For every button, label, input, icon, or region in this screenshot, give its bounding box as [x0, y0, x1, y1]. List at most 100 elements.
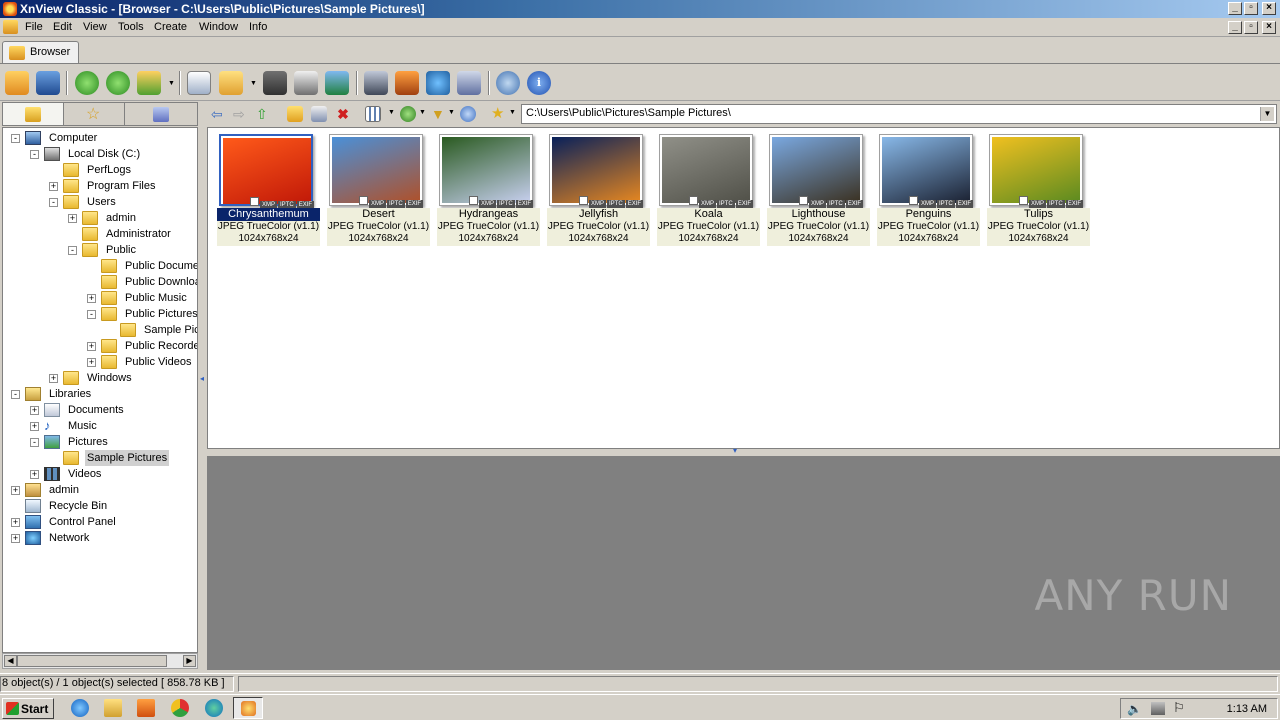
tree-item[interactable]: - Users [49, 194, 197, 210]
restore-button[interactable]: ▫ [1244, 2, 1258, 15]
new-folder-icon[interactable] [287, 106, 303, 122]
tree-item[interactable]: + Public Recorded TV [87, 338, 197, 354]
collapse-icon[interactable]: - [87, 310, 96, 319]
expand-icon[interactable]: + [30, 422, 39, 431]
tree-item[interactable]: + Public Videos [87, 354, 197, 370]
minimize-button[interactable]: _ [1228, 2, 1242, 15]
back-icon[interactable]: ⇦ [211, 106, 227, 122]
collapse-icon[interactable]: - [30, 150, 39, 159]
tree-item[interactable]: + Documents [30, 402, 197, 418]
move-up-icon[interactable] [137, 71, 161, 95]
menu-info[interactable]: Info [249, 21, 267, 33]
tree-item[interactable]: Sample Pictures [106, 322, 197, 338]
ie-icon[interactable] [71, 699, 89, 717]
collapse-icon[interactable]: - [49, 198, 58, 207]
thumbnail-item[interactable]: XMP IPTC EXIF Chrysanthemum JPEG TrueColor… [217, 134, 320, 248]
properties-icon[interactable] [187, 71, 211, 95]
tree-item[interactable]: + Videos [30, 466, 197, 482]
menu-file[interactable]: File [25, 21, 43, 33]
refresh-icon[interactable] [75, 71, 99, 95]
tree-item[interactable]: + Network [11, 530, 197, 546]
filter-icon[interactable]: ▼ [431, 106, 447, 122]
start-button[interactable]: Start [2, 698, 54, 719]
open-icon[interactable] [5, 71, 29, 95]
expand-icon[interactable]: + [30, 406, 39, 415]
tree-item[interactable]: PerfLogs [49, 162, 197, 178]
sync-icon[interactable] [460, 106, 476, 122]
sort-icon[interactable] [400, 106, 416, 122]
thumbnail-item[interactable]: XMP IPTC EXIF Tulips JPEG TrueColor (v1.1)… [987, 134, 1090, 248]
thumbnail-item[interactable]: XMP IPTC EXIF Lighthouse JPEG TrueColor (v… [767, 134, 870, 248]
tree-item[interactable]: - Pictures [30, 434, 197, 450]
close-button[interactable]: × [1262, 2, 1276, 15]
tree-item[interactable]: Administrator [68, 226, 197, 242]
info-icon[interactable]: i [527, 71, 551, 95]
chevron-down-icon[interactable]: ▼ [388, 109, 395, 116]
flag-icon[interactable]: ⚐ [1173, 700, 1185, 716]
print-icon[interactable] [294, 71, 318, 95]
chevron-down-icon[interactable]: ▼ [448, 109, 455, 116]
tree-item[interactable]: + Public Music [87, 290, 197, 306]
menu-tools[interactable]: Tools [118, 21, 144, 33]
thumbnail-view[interactable]: XMP IPTC EXIF Chrysanthemum JPEG TrueColor… [207, 127, 1280, 449]
thumbnail-item[interactable]: XMP IPTC EXIF Penguins JPEG TrueColor (v1.… [877, 134, 980, 248]
find-icon[interactable] [263, 71, 287, 95]
chevron-down-icon[interactable]: ▼ [168, 80, 175, 87]
tree-item[interactable]: + ♪ Music [30, 418, 197, 434]
explorer-icon[interactable] [104, 699, 122, 717]
collapse-icon[interactable]: - [11, 390, 20, 399]
doc-restore-button[interactable]: ▫ [1244, 21, 1258, 34]
contact-sheet-icon[interactable] [457, 71, 481, 95]
collapse-arrow-icon[interactable]: ▾ [733, 446, 737, 455]
tree-item[interactable]: + Control Panel [11, 514, 197, 530]
tab-favorites[interactable]: ☆ [63, 102, 125, 126]
expand-icon[interactable]: + [87, 342, 96, 351]
edge-icon[interactable] [205, 699, 223, 717]
scroll-right-button[interactable]: ▶ [183, 655, 196, 667]
tree-item[interactable]: Public Documents [87, 258, 197, 274]
expand-icon[interactable]: + [87, 294, 96, 303]
delete-icon[interactable]: ✖ [335, 106, 351, 122]
menu-edit[interactable]: Edit [53, 21, 72, 33]
path-input[interactable]: C:\Users\Public\Pictures\Sample Pictures… [521, 104, 1277, 124]
tab-folders[interactable] [2, 102, 64, 126]
path-dropdown-button[interactable]: ▼ [1260, 107, 1274, 121]
folder-tree[interactable]: - Computer - Local Disk (C:) PerfLogs + Progra… [2, 127, 198, 653]
scroll-left-button[interactable]: ◀ [4, 655, 17, 667]
slideshow-icon[interactable] [325, 71, 349, 95]
rename-icon[interactable] [311, 106, 327, 122]
media-player-icon[interactable] [137, 699, 155, 717]
expand-icon[interactable]: + [30, 470, 39, 479]
chevron-down-icon[interactable]: ▼ [250, 80, 257, 87]
thumbnail-item[interactable]: XMP IPTC EXIF Koala JPEG TrueColor (v1.1) … [657, 134, 760, 248]
menu-window[interactable]: Window [199, 21, 238, 33]
speaker-icon[interactable]: 🔈 [1127, 702, 1142, 716]
tree-horizontal-scrollbar[interactable]: ◀ ▶ [2, 653, 198, 669]
collapse-icon[interactable]: - [30, 438, 39, 447]
chrome-icon[interactable] [171, 699, 189, 717]
refresh-alt-icon[interactable] [106, 71, 130, 95]
screen-icon[interactable] [395, 71, 419, 95]
forward-icon[interactable]: ⇨ [233, 106, 249, 122]
doc-close-button[interactable]: × [1262, 21, 1276, 34]
collapse-icon[interactable]: - [11, 134, 20, 143]
tree-item[interactable]: - Local Disk (C:) [30, 146, 197, 162]
tree-item[interactable]: + admin [11, 482, 197, 498]
parent-folder-icon[interactable]: ⇧ [256, 106, 272, 122]
tree-item[interactable]: + Program Files [49, 178, 197, 194]
taskbar-xnview-button[interactable] [233, 697, 263, 719]
tree-item[interactable]: Recycle Bin [11, 498, 197, 514]
copy-to-icon[interactable] [219, 71, 243, 95]
capture-icon[interactable] [364, 71, 388, 95]
fullscreen-icon[interactable] [36, 71, 60, 95]
tree-item[interactable]: - Public [68, 242, 197, 258]
clock[interactable]: 1:13 AM [1227, 703, 1267, 715]
menu-create[interactable]: Create [154, 21, 187, 33]
tree-item[interactable]: Sample Pictures [49, 450, 197, 466]
tree-item[interactable]: + admin [68, 210, 197, 226]
tree-item[interactable]: - Computer [11, 130, 197, 146]
expand-icon[interactable]: + [11, 518, 20, 527]
settings-icon[interactable] [496, 71, 520, 95]
thumbnail-item[interactable]: XMP IPTC EXIF Hydrangeas JPEG TrueColor (v… [437, 134, 540, 248]
expand-icon[interactable]: + [49, 374, 58, 383]
